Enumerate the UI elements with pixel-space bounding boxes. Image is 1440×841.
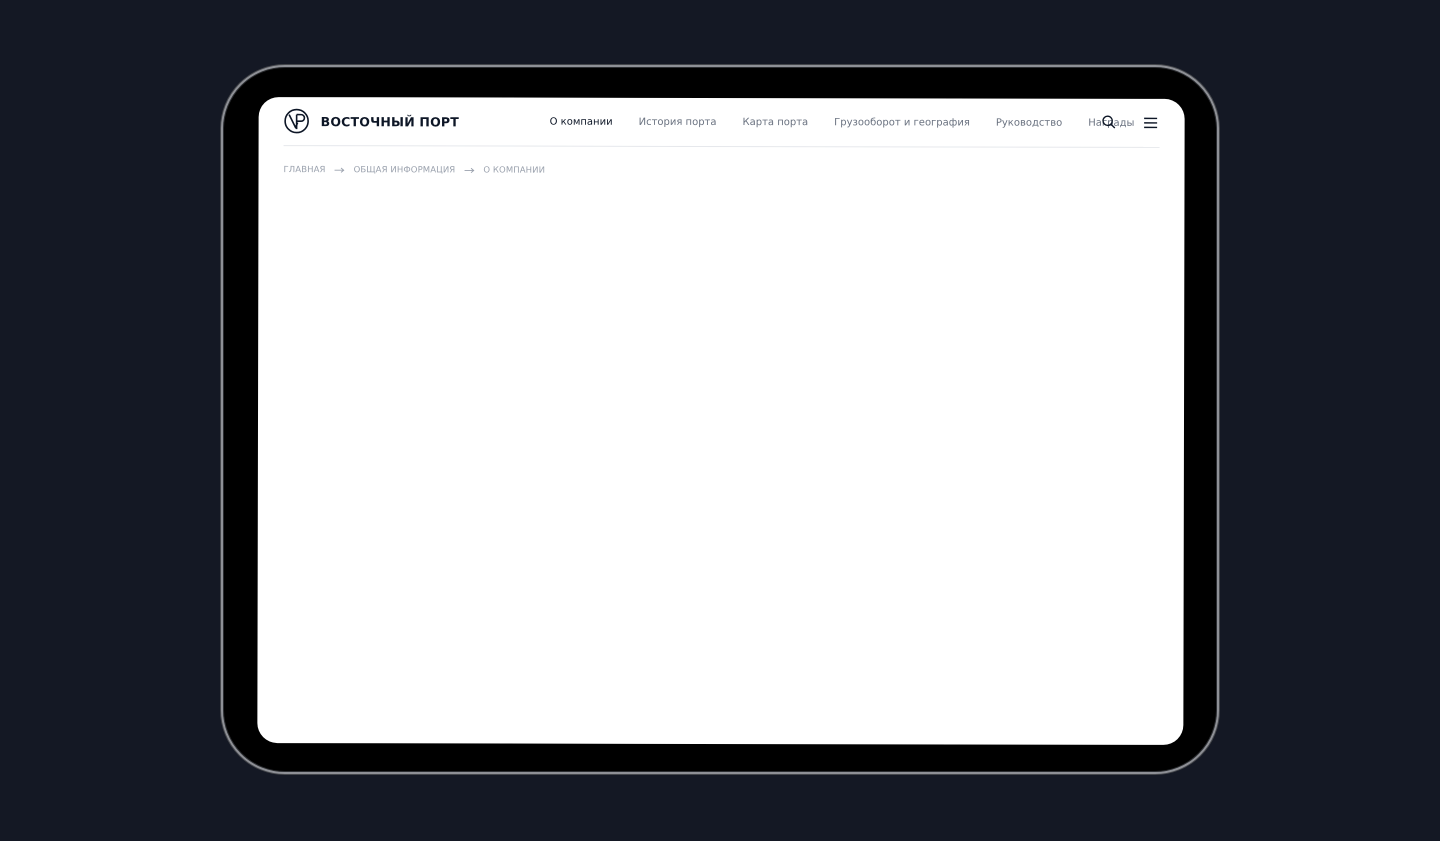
- nav-item-history[interactable]: История порта: [639, 116, 717, 127]
- breadcrumb-item-current: О компании: [483, 165, 546, 176]
- search-button[interactable]: [1099, 113, 1119, 133]
- breadcrumb: Главная Общая информация О компании: [284, 165, 546, 176]
- search-icon: [1102, 113, 1116, 132]
- breadcrumb-item-home[interactable]: Главная: [284, 165, 326, 175]
- nav-item-cargo[interactable]: Грузооборот и география: [834, 117, 970, 128]
- arrow-right-icon: [464, 167, 475, 174]
- nav-item-map[interactable]: Карта порта: [743, 117, 809, 128]
- main-nav: О компании История порта Карта порта Гру…: [550, 98, 1135, 147]
- vp-monogram-icon: [284, 108, 310, 134]
- breadcrumb-item-general[interactable]: Общая информация: [354, 165, 456, 175]
- nav-item-management[interactable]: Руководство: [996, 117, 1062, 128]
- nav-item-about[interactable]: О компании: [550, 116, 613, 127]
- site-header: ВОСТОЧНЫЙ ПОРТ О компании История порта …: [283, 97, 1161, 148]
- arrow-right-icon: [334, 167, 345, 173]
- brand-name: ВОСТОЧНЫЙ ПОРТ: [320, 113, 460, 129]
- menu-button[interactable]: [1141, 113, 1161, 133]
- browser-screen: ВОСТОЧНЫЙ ПОРТ О компании История порта …: [257, 97, 1185, 745]
- site-logo[interactable]: ВОСТОЧНЫЙ ПОРТ: [284, 107, 459, 135]
- hamburger-menu-icon: [1144, 113, 1158, 132]
